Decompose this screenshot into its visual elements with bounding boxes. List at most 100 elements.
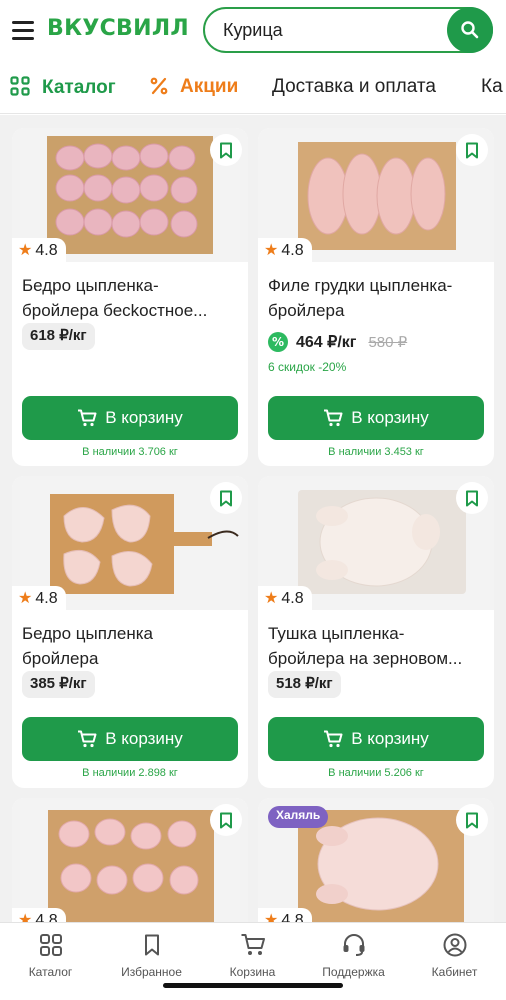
product-card[interactable]: ★ 4.8 [12,798,248,922]
tab-cart[interactable]: Корзина [202,933,303,979]
price: 385 ₽/кг [22,671,95,698]
bookmark-icon [220,490,232,506]
favorite-button[interactable] [210,134,242,166]
favorite-button[interactable] [210,804,242,836]
tab-cart-label: Корзина [229,965,276,979]
add-to-cart-label: В корзину [105,729,183,748]
product-card[interactable]: ★ 4.8 Бедро цыпленка-бройлера бесkостное.… [12,128,248,466]
product-title[interactable]: Бедро цыпленка-бройлера бесkостное... [22,273,238,323]
product-grid: ★ 4.8 Бедро цыпленка-бройлера бесkостное.… [0,115,506,922]
bookmark-icon [466,142,478,158]
halal-badge: Халяль [268,806,329,828]
rating-value: 4.8 [35,242,58,259]
add-to-cart-button[interactable]: В корзину [268,717,484,761]
old-price: 580 ₽ [368,334,408,351]
nav-catalog[interactable]: Каталог [10,76,116,99]
cart-icon [324,730,343,748]
price: 618 ₽/кг [22,323,95,350]
stock-info: В наличии 3.453 кг [328,446,424,458]
rating-value: 4.8 [35,590,58,607]
search-input[interactable]: Курица [203,7,493,53]
cart-icon [78,409,97,427]
product-title-line2: бройлера [268,301,345,320]
product-card[interactable]: ★ 4.8 Филе грудки цыпленка-бройлера % 464… [258,128,494,466]
bookmark-icon [144,934,159,956]
cart-icon [324,409,343,427]
rating-value: 4.8 [281,590,304,607]
product-card[interactable]: ★ 4.8 Бедро цыпленка бройлера 385 ₽/кг В к… [12,476,248,788]
product-image[interactable]: ★ 4.8 [12,798,248,922]
grid-icon [10,76,30,96]
nav-sales[interactable]: Акции [150,76,238,98]
product-image[interactable]: ★ 4.8 [12,128,248,264]
rating-badge: ★ 4.8 [258,586,312,612]
star-icon: ★ [18,242,33,259]
product-title-line1: Филе грудки цыпленка- [268,276,453,295]
menu-icon[interactable] [12,21,34,40]
product-title[interactable]: Бедро цыпленка бройлера [22,621,238,671]
bookmark-icon [466,812,478,828]
product-title[interactable]: Тушка цыпленка-бройлера на зерновом... [268,621,484,671]
product-image[interactable]: ★ 4.8 [258,476,494,612]
stock-info: В наличии 5.206 кг [328,767,424,779]
add-to-cart-label: В корзину [351,729,429,748]
nav-catalog-label: Каталог [42,77,116,98]
rating-badge: ★ 4.8 [12,908,66,922]
price: 464 ₽/кг [296,334,357,351]
nav-delivery[interactable]: Доставка и оплата [272,76,436,98]
product-title-line1: Бедро цыпленка [22,624,153,643]
product-card[interactable]: ★ 4.8 Тушка цыпленка-бройлера на зерновом… [258,476,494,788]
rating-value: 4.8 [35,912,58,922]
tab-support[interactable]: Поддержка [303,933,404,979]
star-icon: ★ [264,242,279,259]
product-image[interactable]: ★ 4.8 [12,476,248,612]
tab-favorites[interactable]: Избранное [101,933,202,979]
bookmark-icon [220,812,232,828]
favorite-button[interactable] [456,134,488,166]
app-header: ВКУСВИЛЛ Курица [0,0,506,62]
home-indicator[interactable] [163,983,343,988]
search-icon [461,21,479,39]
tab-catalog[interactable]: Каталог [0,933,101,979]
tab-account[interactable]: Кабинет [404,933,505,979]
bookmark-icon [466,490,478,506]
product-image[interactable]: ★ 4.8 [258,128,494,264]
rating-badge: ★ 4.8 [258,238,312,264]
search-button[interactable] [447,7,493,53]
stock-info: В наличии 2.898 кг [82,767,178,779]
product-image[interactable]: Халяль ★ 4.8 [258,798,494,922]
star-icon: ★ [18,590,33,607]
brand-logo[interactable]: ВКУСВИЛЛ [47,16,189,41]
favorite-button[interactable] [456,804,488,836]
discount-note[interactable]: 6 скидок -20% [268,360,346,374]
bookmark-icon [220,142,232,158]
search-query[interactable]: Курица [223,20,283,41]
tab-account-label: Кабинет [431,965,478,979]
nav-more[interactable]: Ка [481,76,503,98]
category-nav: Каталог Акции Доставка и оплата Ка [0,62,506,114]
stock-info: В наличии 3.706 кг [82,446,178,458]
product-title[interactable]: Филе грудки цыпленка-бройлера [268,273,484,323]
rating-badge: ★ 4.8 [12,238,66,264]
grid-icon [39,934,62,956]
rating-badge: ★ 4.8 [258,908,312,922]
headset-icon [343,934,364,956]
user-icon [443,933,466,957]
discount-icon: % [268,332,288,352]
add-to-cart-button[interactable]: В корзину [268,396,484,440]
cart-icon [241,934,265,955]
add-to-cart-button[interactable]: В корзину [22,396,238,440]
bottom-tab-bar: Каталог Избранное Корзина Поддержка Каби… [0,922,506,1000]
add-to-cart-button[interactable]: В корзину [22,717,238,761]
product-card[interactable]: Халяль ★ 4.8 [258,798,494,922]
add-to-cart-label: В корзину [105,408,183,427]
rating-value: 4.8 [281,242,304,259]
nav-sales-label: Акции [180,76,239,97]
favorite-button[interactable] [456,482,488,514]
rating-badge: ★ 4.8 [12,586,66,612]
tab-favorites-label: Избранное [121,965,182,979]
price: 518 ₽/кг [268,671,341,698]
tab-catalog-label: Каталог [28,965,73,979]
star-icon: ★ [18,912,33,922]
favorite-button[interactable] [210,482,242,514]
